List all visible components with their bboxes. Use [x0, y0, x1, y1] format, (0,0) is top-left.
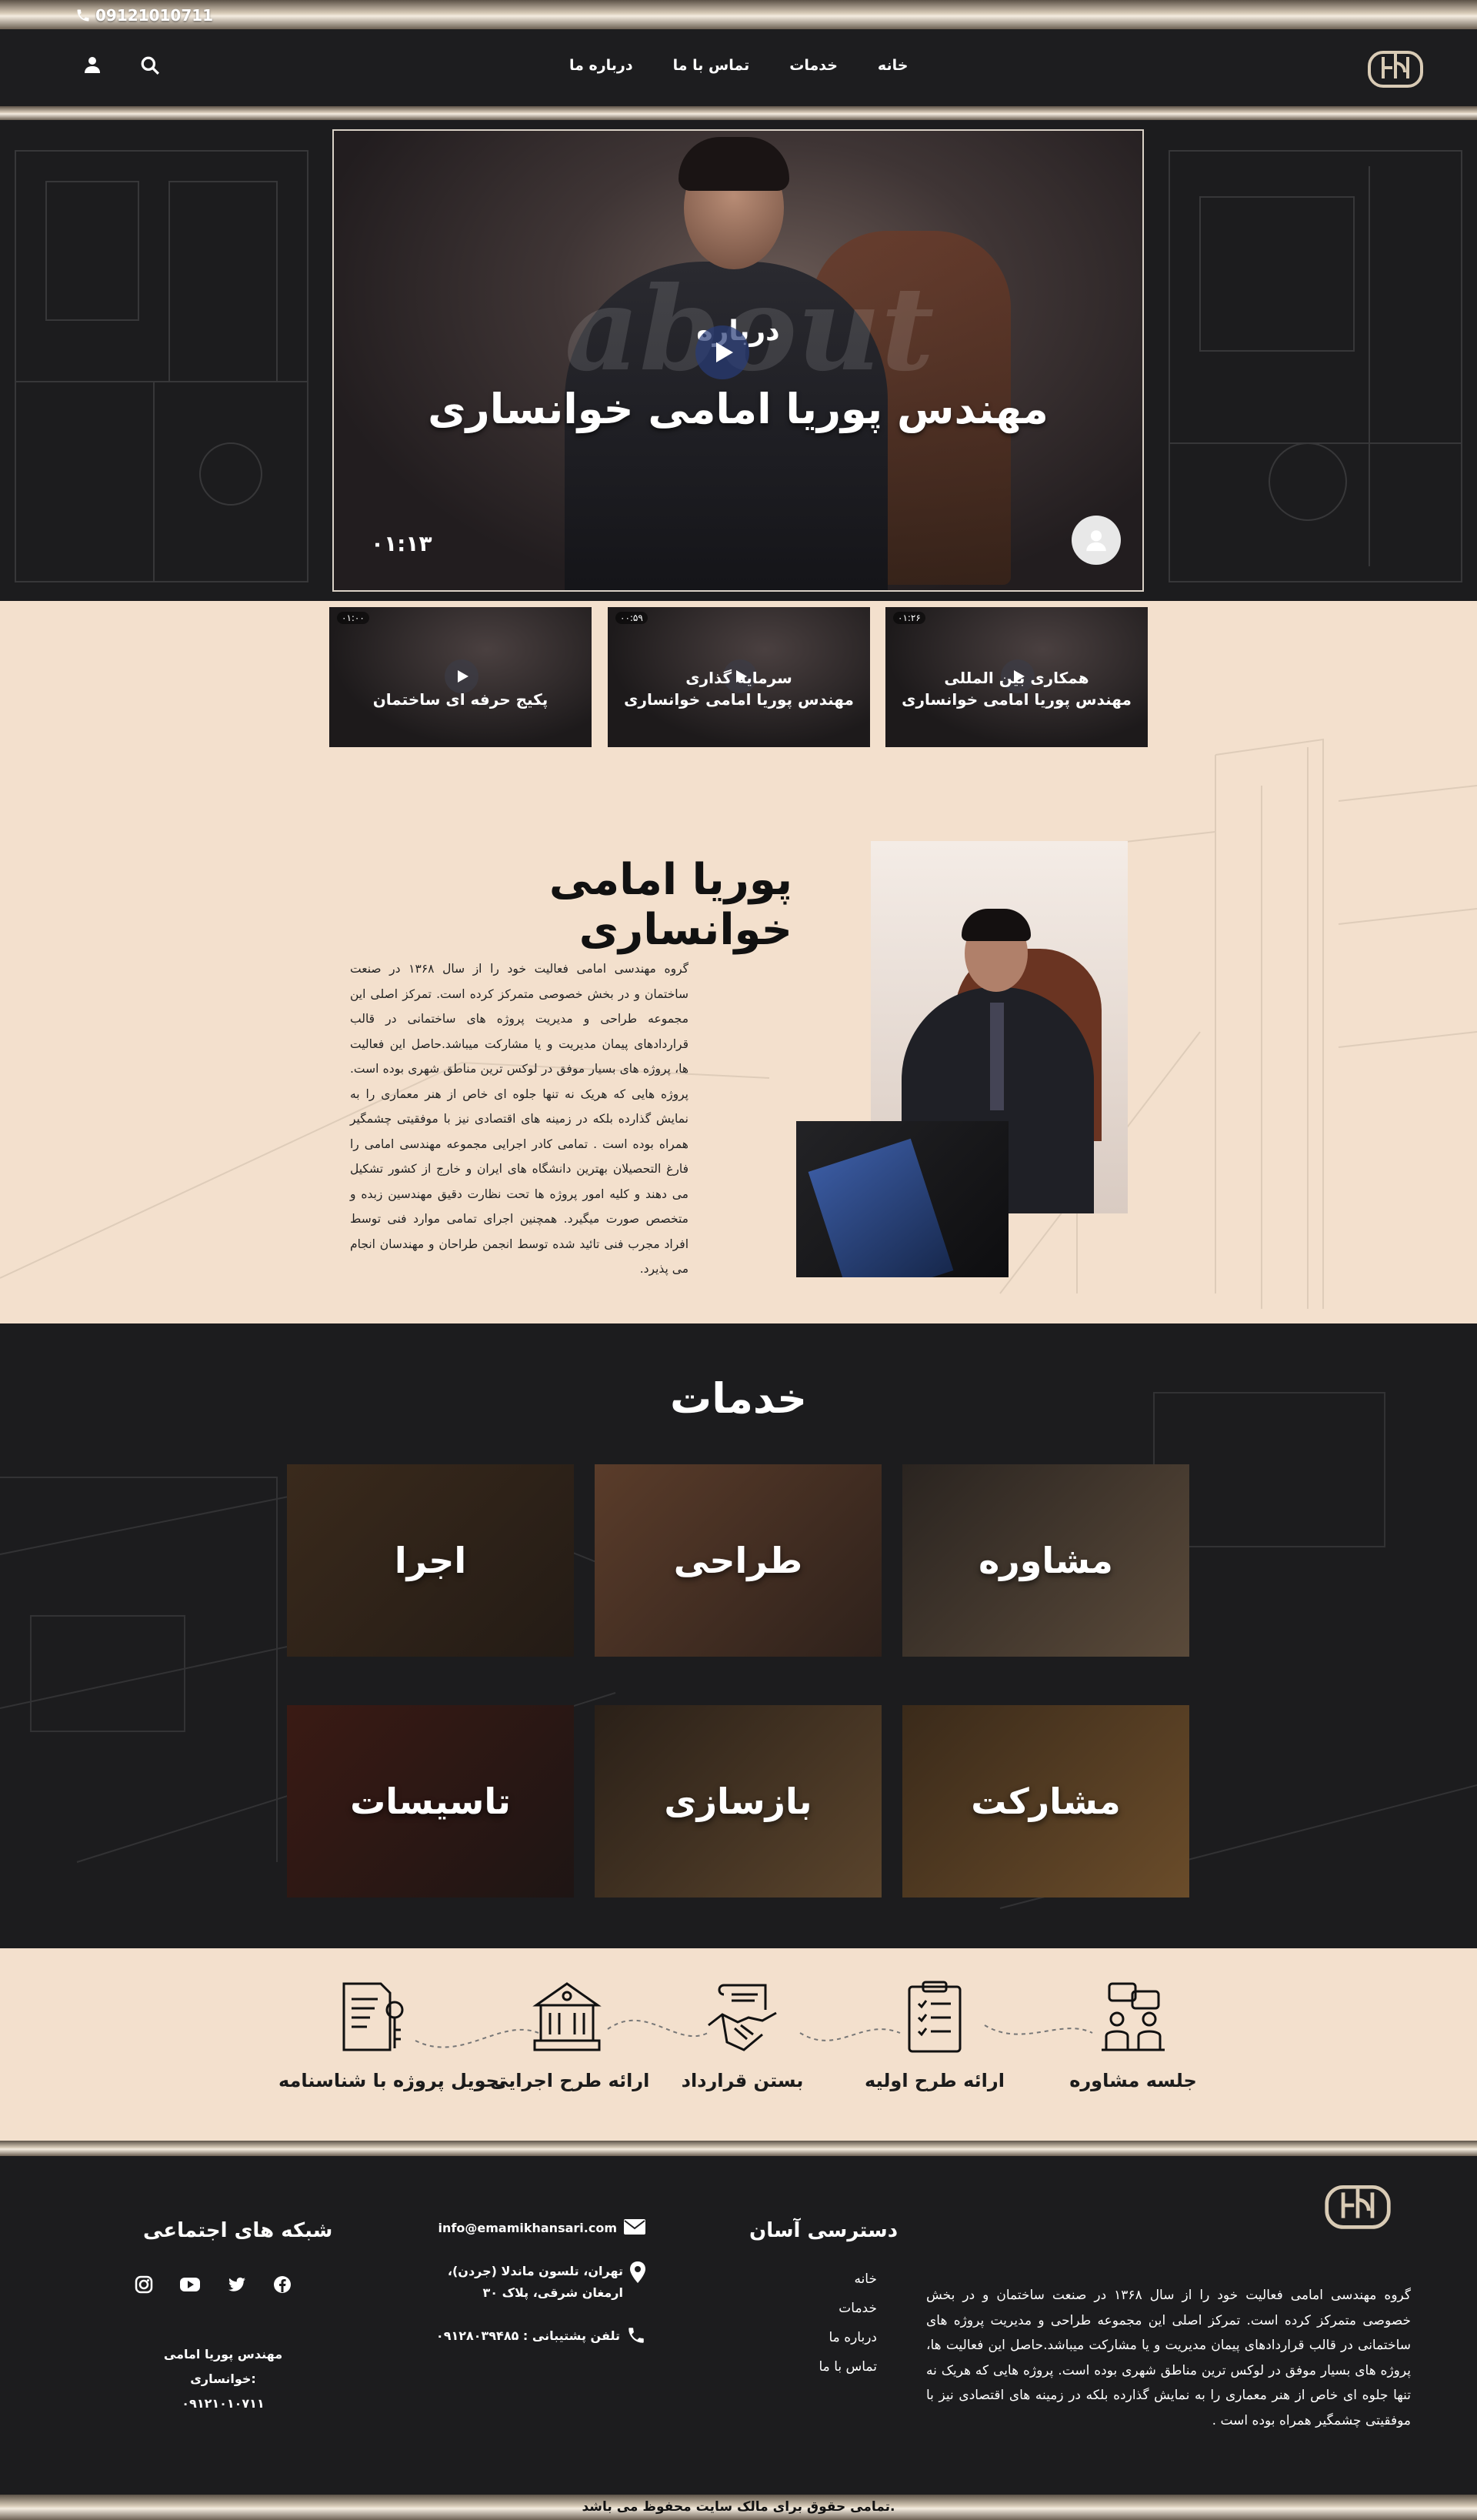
twitter-icon[interactable]: [227, 2275, 247, 2294]
phone-icon: [77, 9, 89, 22]
search-icon[interactable]: [140, 55, 160, 75]
phone-icon: [628, 2328, 644, 2343]
process-step-label: ارائه طرح اجرایی: [490, 2070, 650, 2091]
thumbnail-title: پکیج حرفه ای ساختمان: [372, 690, 548, 709]
user-icon: [1086, 530, 1106, 552]
social-links: [135, 2275, 292, 2294]
meeting-icon: [1102, 1982, 1165, 2051]
nav-menu: خانه خدمات تماس با ما درباره ما: [569, 57, 908, 74]
main-video[interactable]: about درباره مهندس پوریا امامی خوانساری …: [332, 129, 1144, 592]
thumbnail-duration: ۰۱:۰۰: [337, 612, 369, 624]
service-card-installations[interactable]: تاسیسات: [287, 1705, 574, 1898]
hero-title: مهندس پوریا امامی خوانساری: [428, 385, 1049, 433]
video-duration: ۰۱:۱۳: [371, 531, 432, 556]
footer-about-text: گروه مهندسی امامی فعالیت خود را از سال ۱…: [926, 2288, 1411, 2428]
thumbnail-title: سرمایه گذاری: [685, 669, 792, 687]
thumbnail-duration: ۰۱:۲۶: [893, 612, 925, 624]
contact-email[interactable]: info@emamikhansari.com: [400, 2218, 646, 2239]
service-label: بازسازی: [664, 1781, 812, 1822]
support-phone-text: تلفن پشتیبانی : ۰۹۱۲۸۰۳۹۴۸۵: [435, 2328, 620, 2343]
copyright-text: تمامی حقوق برای مالک سایت محفوظ می باشد.: [582, 2499, 895, 2515]
top-phone[interactable]: 09121010711: [75, 6, 213, 25]
footer-link-services[interactable]: خدمات: [808, 2301, 877, 2330]
magazine-photo: [796, 1121, 1009, 1277]
main-nav: خانه خدمات تماس با ما درباره ما: [0, 29, 1477, 106]
contact-info: info@emamikhansari.com تهران، تلسون ماند…: [400, 2218, 646, 2368]
process-step: ارائه طرح اجرایی: [490, 1979, 650, 2091]
social-title: شبکه های اجتماعی: [143, 2219, 333, 2242]
copyright-bar: تمامی حقوق برای مالک سایت محفوظ می باشد.: [0, 2495, 1477, 2520]
service-label: تاسیسات: [350, 1781, 511, 1822]
process-step-label: تحویل پروژه با شناسنامه: [278, 2070, 506, 2091]
play-button[interactable]: [695, 325, 749, 379]
handshake-contract-icon: [708, 1984, 777, 2051]
service-label: طراحی: [673, 1540, 803, 1581]
building-icon: [532, 1982, 602, 2051]
service-card-partnership[interactable]: مشارکت: [902, 1705, 1189, 1898]
process-step: جلسه مشاوره: [1056, 1979, 1210, 2091]
video-thumbnail[interactable]: ۰۱:۰۰ پکیج حرفه ای ساختمان: [329, 607, 592, 747]
about-section: ۰۱:۲۶ همکاری بین المللی مهندس پوریا امام…: [0, 601, 1477, 1323]
footer-logo[interactable]: [1323, 2178, 1392, 2233]
play-button[interactable]: [445, 659, 478, 693]
thumbnail-duration: ۰۰:۵۹: [615, 612, 648, 624]
clipboard-icon: [908, 1981, 962, 2053]
quick-access-title: دسترسی آسان: [749, 2219, 899, 2242]
footer-link-about[interactable]: درباره ما: [808, 2330, 878, 2359]
process-step: بستن قرارداد: [665, 1979, 819, 2091]
avatar[interactable]: [1072, 516, 1121, 565]
thumbnail-subtitle: مهندس پوریا امامی خوانساری: [902, 690, 1132, 709]
process-step-label: ارائه طرح اولیه: [865, 2070, 1005, 2091]
email-text: info@emamikhansari.com: [438, 2221, 617, 2235]
address-text: تهران، تلسون ماندلا (جردن)، ارمغان شرقی،…: [447, 2264, 623, 2300]
services-title: خدمات: [669, 1374, 808, 1423]
nav-item-services[interactable]: خدمات: [789, 57, 838, 74]
service-label: مشارکت: [971, 1781, 1121, 1822]
thumbnail-subtitle: مهندس پوریا امامی خوانساری: [624, 690, 854, 709]
nav-item-contact[interactable]: تماس با ما: [673, 57, 750, 74]
video-thumbnail[interactable]: ۰۰:۵۹ سرمایه گذاری مهندس پوریا امامی خوا…: [608, 607, 870, 747]
process-step-label: جلسه مشاوره: [1069, 2070, 1197, 2091]
process-step: ارائه طرح اولیه: [858, 1979, 1012, 2091]
contact-phone[interactable]: تلفن پشتیبانی : ۰۹۱۲۸۰۳۹۴۸۵: [400, 2325, 646, 2347]
envelope-icon: [624, 2219, 645, 2235]
quick-links: خانه خدمات درباره ما تماس با ما: [808, 2271, 878, 2388]
process-step-label: بستن قرارداد: [681, 2070, 804, 2091]
thumbnail-title: همکاری بین المللی: [944, 669, 1089, 687]
footer-link-home[interactable]: خانه: [808, 2271, 877, 2301]
youtube-icon[interactable]: [179, 2275, 201, 2294]
service-label: مشاوره: [979, 1540, 1113, 1581]
facebook-icon[interactable]: [273, 2275, 292, 2294]
user-icon[interactable]: [83, 55, 102, 74]
location-pin-icon: [630, 2261, 645, 2283]
service-card-execution[interactable]: اجرا: [287, 1464, 574, 1657]
signature-phone: ۰۹۱۲۱۰۱۰۷۱۱: [182, 2396, 265, 2411]
top-strip: 09121010711: [0, 0, 1477, 29]
service-card-design[interactable]: طراحی: [595, 1464, 882, 1657]
document-key-icon: [342, 1982, 404, 2051]
footer-signature: مهندس پوریا امامی خوانساری: ۰۹۱۲۱۰۱۰۷۱۱: [135, 2342, 312, 2416]
nav-item-home[interactable]: خانه: [878, 57, 908, 74]
nav-divider: [0, 106, 1477, 120]
about-text: گروه مهندسی امامی فعالیت خود را از سال ۱…: [350, 962, 688, 1276]
instagram-icon[interactable]: [135, 2275, 153, 2294]
hero-section: about درباره مهندس پوریا امامی خوانساری …: [0, 120, 1477, 601]
contact-address: تهران، تلسون ماندلا (جردن)، ارمغان شرقی،…: [400, 2261, 646, 2304]
nav-item-about[interactable]: درباره ما: [569, 57, 633, 74]
service-card-consulting[interactable]: مشاوره: [902, 1464, 1189, 1657]
services-section: خدمات مشاوره طراحی اجرا مشارکت بازسازی ت…: [0, 1323, 1477, 1948]
video-thumbnail[interactable]: ۰۱:۲۶ همکاری بین المللی مهندس پوریا امام…: [885, 607, 1148, 747]
process-section: جلسه مشاوره ارائه طرح اولیه بستن قرارداد…: [0, 1948, 1477, 2141]
process-step: تحویل پروژه با شناسنامه: [278, 1979, 506, 2091]
site-logo[interactable]: [1366, 45, 1425, 91]
footer-link-contact[interactable]: تماس با ما: [808, 2359, 878, 2388]
nav-icons: [83, 55, 160, 75]
footer-divider: [0, 2141, 1477, 2156]
signature-name: مهندس پوریا امامی خوانساری:: [163, 2347, 283, 2386]
about-title: پوریا امامی خوانساری: [548, 855, 792, 955]
service-label: اجرا: [394, 1540, 467, 1581]
service-card-renovation[interactable]: بازسازی: [595, 1705, 882, 1898]
footer: گروه مهندسی امامی فعالیت خود را از سال ۱…: [0, 2156, 1477, 2495]
top-phone-number: 09121010711: [95, 6, 214, 25]
